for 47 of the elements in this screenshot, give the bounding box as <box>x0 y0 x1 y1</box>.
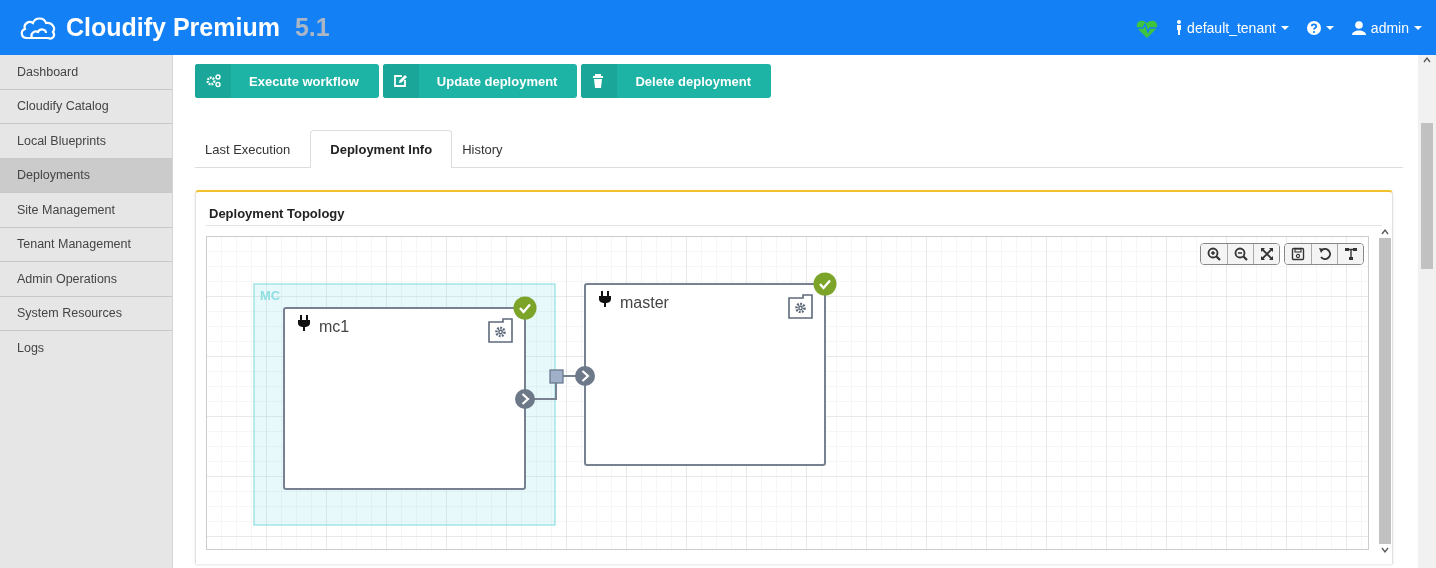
user-icon <box>1351 20 1366 35</box>
edit-icon <box>393 74 409 88</box>
gear-box-icon <box>488 318 513 343</box>
plug-icon <box>599 291 611 307</box>
help-dropdown[interactable] <box>1306 20 1334 35</box>
scroll-up-icon[interactable] <box>1380 228 1390 236</box>
sidebar-item[interactable]: Tenant Management <box>0 227 172 262</box>
sidebar-item[interactable]: Logs <box>0 331 172 366</box>
sidebar-item[interactable]: Dashboard <box>0 55 172 90</box>
tenant-dropdown[interactable]: default_tenant <box>1176 19 1289 36</box>
product-title: Cloudify Premium <box>66 13 280 42</box>
scroll-up-icon[interactable] <box>1422 55 1432 65</box>
user-dropdown[interactable]: admin <box>1351 19 1422 36</box>
fit-screen-icon[interactable] <box>1259 247 1274 261</box>
node-label: master <box>620 294 669 311</box>
tab[interactable]: Deployment Info <box>310 130 453 168</box>
scrollbar-thumb[interactable] <box>1421 123 1433 269</box>
sidebar-item[interactable]: Local Blueprints <box>0 124 172 159</box>
sidebar-item[interactable]: Admin Operations <box>0 262 172 297</box>
connector-handle <box>549 369 564 384</box>
port-icon <box>515 389 535 409</box>
port-icon <box>575 366 595 386</box>
plug-icon <box>298 315 310 331</box>
sidebar-item[interactable]: Site Management <box>0 193 172 228</box>
caret-icon <box>1280 25 1289 30</box>
zoom-out-icon[interactable] <box>1233 247 1248 261</box>
caret-icon <box>1325 25 1334 30</box>
sidebar-item[interactable]: Deployments <box>0 158 172 193</box>
scrollbar-thumb[interactable] <box>1379 238 1391 544</box>
scroll-down-icon[interactable] <box>1380 546 1390 554</box>
sidebar-item[interactable]: Cloudify Catalog <box>0 89 172 124</box>
gear-box-icon <box>788 294 813 319</box>
zoom-in-icon[interactable] <box>1207 247 1221 261</box>
tab[interactable]: Last Execution <box>195 130 311 168</box>
person-icon <box>1176 20 1183 35</box>
caret-icon <box>1414 25 1422 30</box>
save-icon[interactable] <box>1291 247 1305 261</box>
group-label: MC <box>260 288 281 303</box>
version-label: 5.1 <box>294 13 330 42</box>
layout-tree-icon[interactable] <box>1343 247 1358 261</box>
gears-icon <box>205 74 221 88</box>
panel-title: Deployment Topology <box>206 192 1382 226</box>
sidebar-item[interactable]: System Resources <box>0 296 172 331</box>
tab[interactable]: History <box>452 130 523 168</box>
undo-icon[interactable] <box>1317 247 1332 261</box>
node-label: mc1 <box>319 318 350 335</box>
help-icon <box>1306 20 1321 35</box>
